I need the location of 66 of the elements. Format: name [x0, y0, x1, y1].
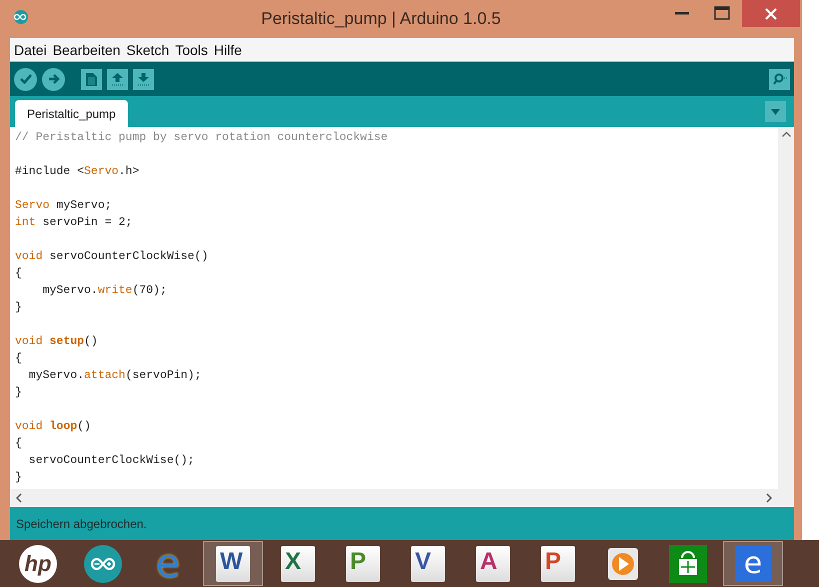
- scroll-up-icon[interactable]: [782, 131, 790, 137]
- taskbar-app-button[interactable]: e: [723, 541, 783, 586]
- arrow-right-icon: [48, 74, 60, 84]
- menu-item[interactable]: Sketch: [126, 40, 170, 58]
- checkmark-icon: [20, 74, 32, 84]
- code-line: }: [15, 385, 23, 401]
- taskbar-app-button[interactable]: V: [398, 541, 458, 586]
- document-tile-icon: P: [541, 546, 575, 582]
- minimize-icon: [675, 12, 689, 14]
- document-tile-icon: X: [281, 546, 315, 582]
- code-line: {: [15, 266, 23, 282]
- taskbar-app-button[interactable]: P: [333, 541, 393, 586]
- arrow-down-icon: [138, 72, 149, 86]
- code-line: {: [15, 436, 23, 452]
- code-line: myServo.write(70);: [42, 283, 168, 299]
- scroll-left-icon[interactable]: [16, 493, 22, 503]
- code-line: {: [15, 351, 23, 367]
- document-tile-icon: V: [411, 546, 445, 582]
- tab[interactable]: Peristaltic_pump: [15, 100, 128, 127]
- serial-monitor-button[interactable]: [769, 68, 790, 90]
- code-line: void setup(): [15, 334, 99, 350]
- shopping-bag-icon: [669, 544, 707, 582]
- code-line: void servoCounterClockWise(): [15, 249, 210, 265]
- code-line: myServo.attach(servoPin);: [28, 368, 202, 384]
- document-icon: [86, 72, 97, 86]
- document-tile-icon: P: [346, 546, 380, 582]
- play-tile-icon: [606, 546, 640, 582]
- taskbar-app-button[interactable]: W: [203, 541, 263, 586]
- taskbar-app-button[interactable]: hp: [8, 541, 68, 586]
- window-title: Peristaltic_pump | Arduino 1.0.5: [260, 9, 502, 29]
- code-line: }: [15, 300, 23, 316]
- code-line: #include <Servo.h>: [15, 164, 140, 180]
- menu-item[interactable]: Tools: [175, 40, 208, 58]
- tab-menu-button[interactable]: [765, 101, 786, 122]
- document-tile-icon: A: [476, 546, 510, 582]
- taskbar-app-button[interactable]: P: [528, 541, 588, 586]
- infinity-logo-icon: [84, 544, 122, 582]
- code-line: void loop(): [15, 419, 92, 435]
- close-icon: [765, 8, 777, 20]
- verify-button[interactable]: [14, 68, 37, 90]
- code-line: // Peristaltic pump by servo rotation counterclockwise: [15, 130, 389, 146]
- code-line: Servo myServo;: [15, 198, 113, 214]
- document-tile-icon: W: [216, 546, 250, 582]
- browser-e-icon: e: [156, 544, 180, 584]
- menu-item[interactable]: Datei: [14, 40, 47, 58]
- upload-button[interactable]: [42, 68, 65, 90]
- new-button[interactable]: [81, 68, 102, 90]
- menu-item[interactable]: Hilfe: [214, 40, 242, 58]
- save-button[interactable]: [133, 68, 154, 90]
- code-line: }: [15, 470, 23, 486]
- open-button[interactable]: [107, 68, 128, 90]
- infinity-logo-icon: [12, 10, 30, 24]
- taskbar-app-button[interactable]: X: [268, 541, 328, 586]
- scroll-right-icon[interactable]: [766, 493, 772, 503]
- browser-e-icon: e: [735, 546, 771, 582]
- close-button[interactable]: [742, 0, 800, 27]
- maximize-icon: [714, 6, 730, 20]
- taskbar-app-button[interactable]: A: [463, 541, 523, 586]
- arrow-up-icon: [112, 72, 123, 86]
- menu-item[interactable]: Bearbeiten: [52, 40, 120, 58]
- code-line: int servoPin = 2;: [15, 215, 134, 231]
- hp-logo-icon: hp: [19, 544, 57, 582]
- caret-down-icon: [771, 108, 780, 114]
- status-message: Speichern abgebrochen.: [16, 516, 147, 530]
- magnifier-icon: [772, 73, 786, 85]
- code-line: servoCounterClockWise();: [28, 453, 196, 469]
